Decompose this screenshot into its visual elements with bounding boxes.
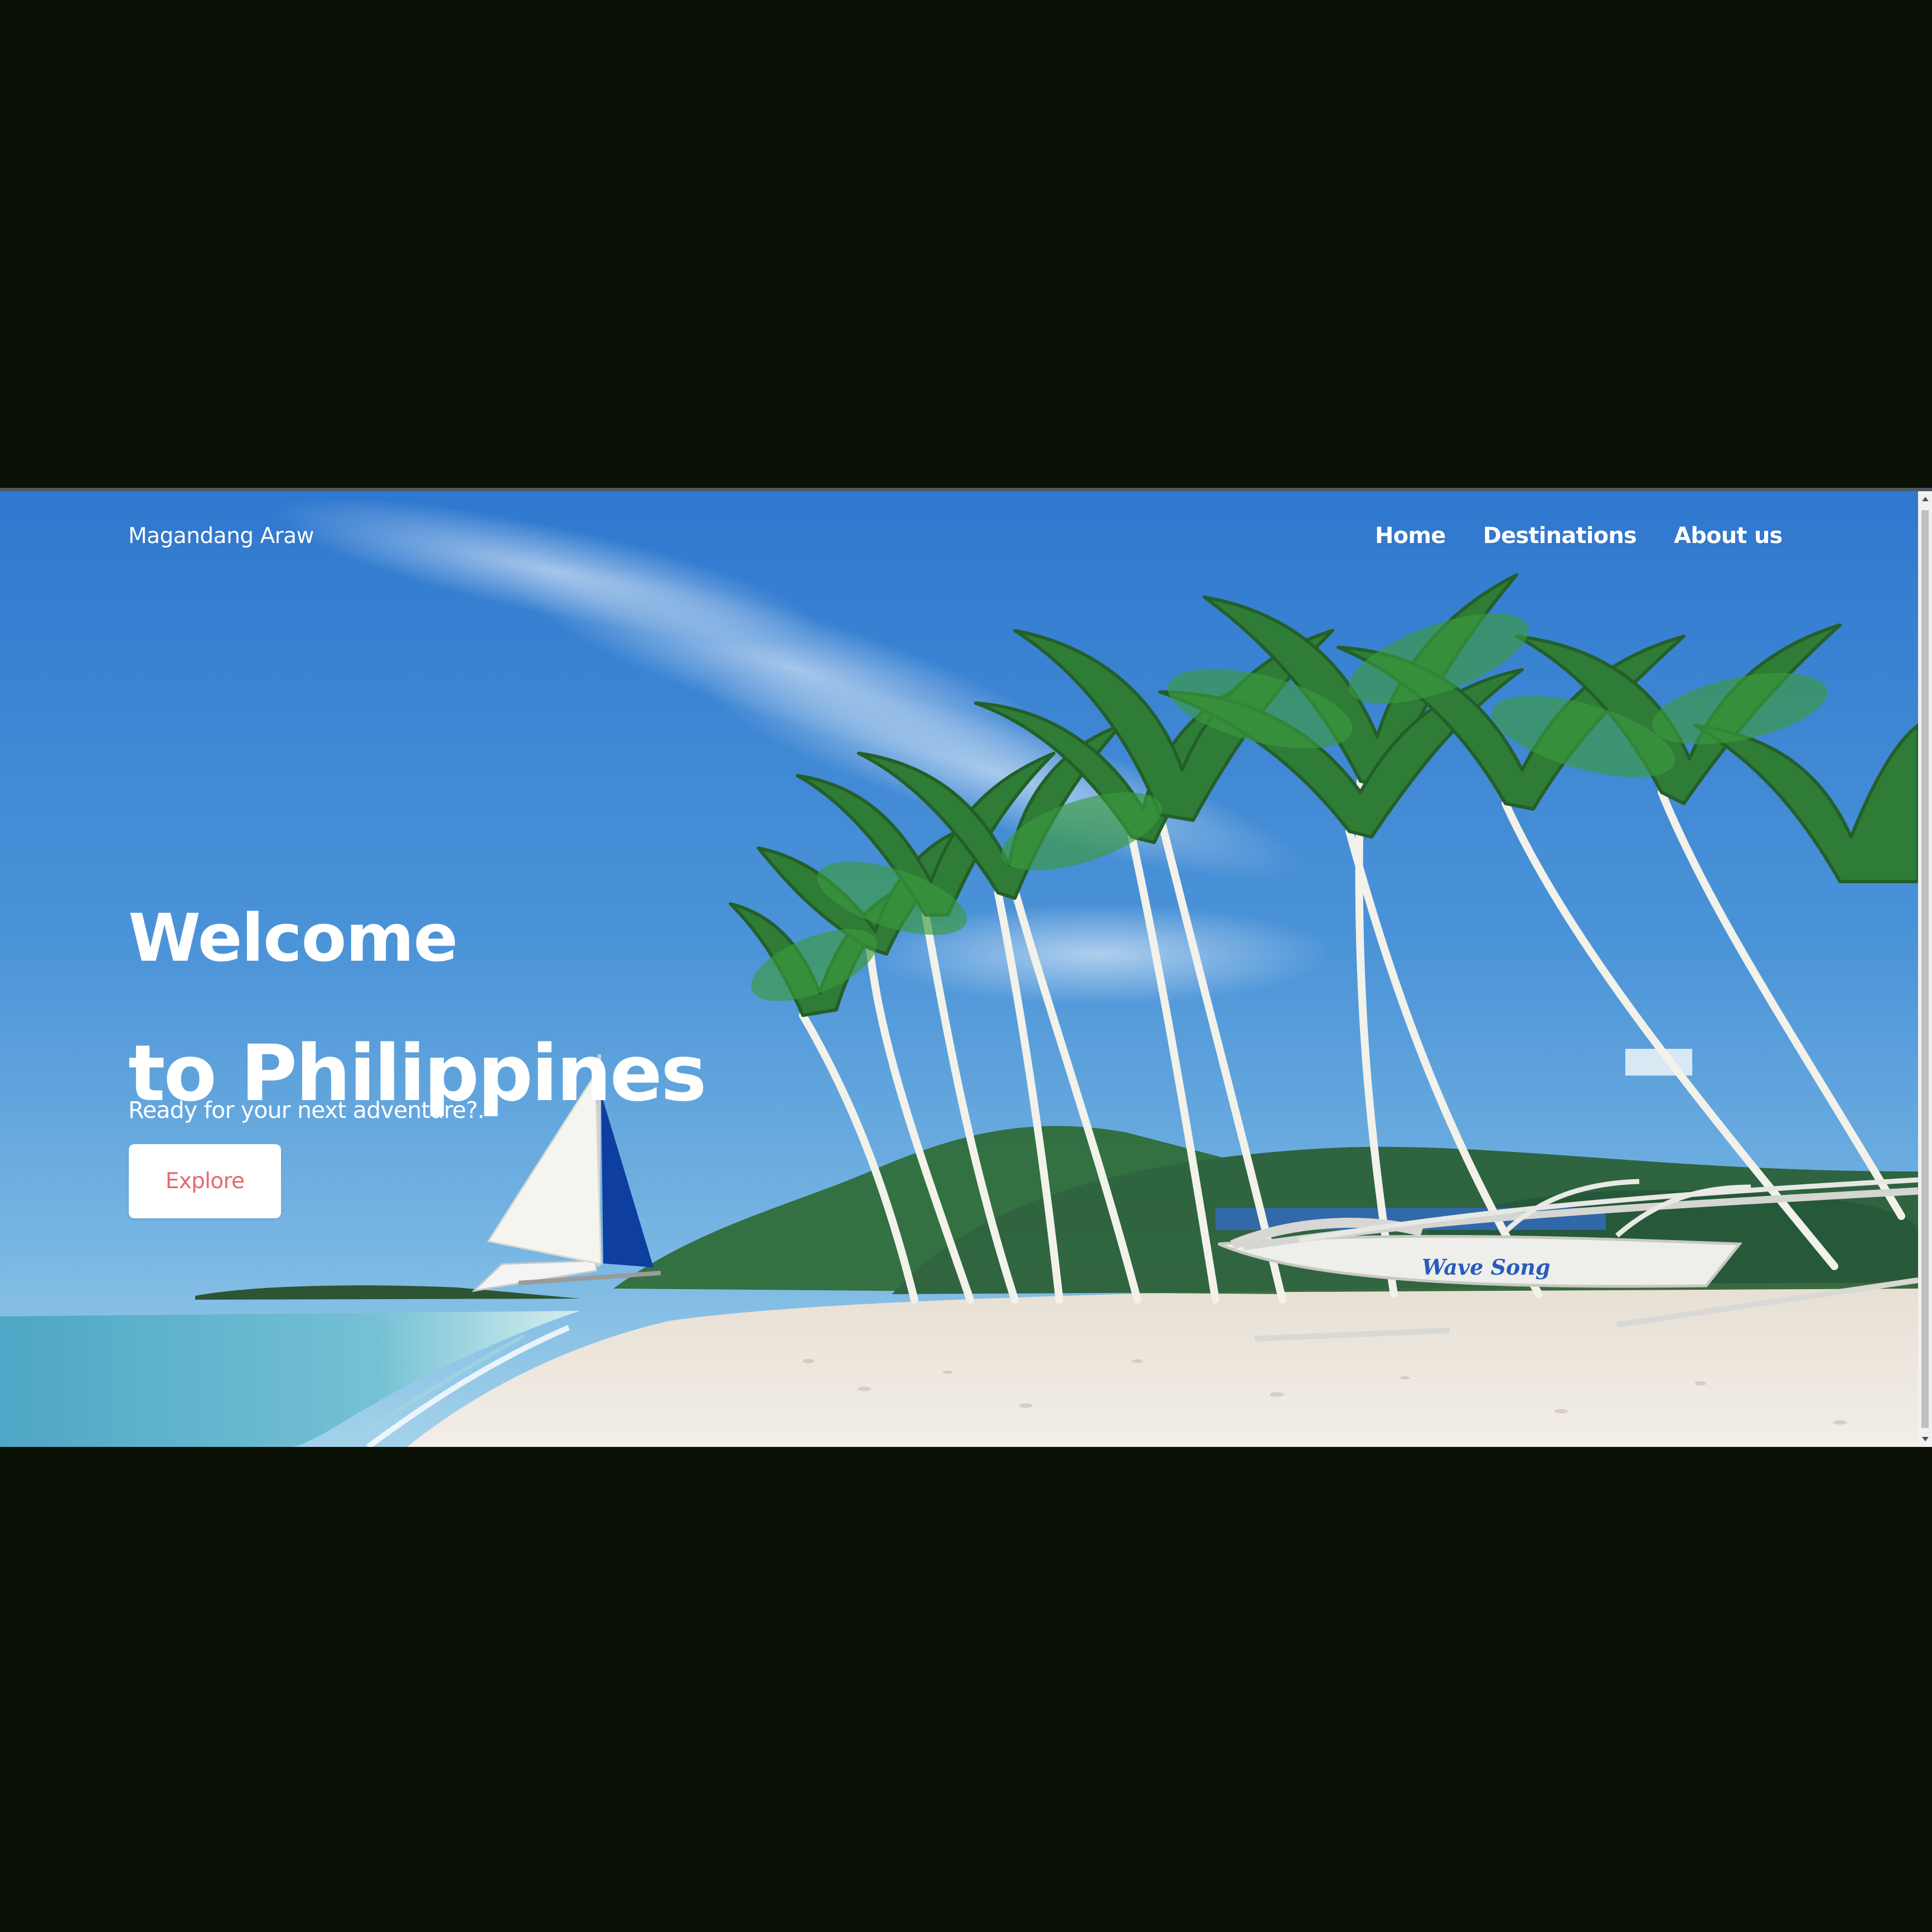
nav-destinations-link[interactable]: Destinations [1483,523,1637,549]
browser-top-edge [0,488,1932,491]
scroll-up-arrow-icon[interactable] [1922,497,1929,501]
vertical-scrollbar[interactable] [1918,491,1932,1447]
screen-background: Wave Song Magandang Araw Home Destinatio… [0,0,1932,1932]
nav-home-link[interactable]: Home [1375,523,1446,549]
nav-about-link[interactable]: About us [1674,523,1783,549]
site-logo[interactable]: Magandang Araw [128,524,314,549]
scrollbar-thumb[interactable] [1921,510,1929,1428]
scroll-down-arrow-icon[interactable] [1922,1437,1929,1441]
hero-section: Wave Song Magandang Araw Home Destinatio… [0,491,1918,1447]
boat-name-text: Wave Song [1422,1255,1550,1280]
explore-button[interactable]: Explore [129,1144,281,1218]
hero-title-line-1: Welcome [128,899,458,977]
hero-subtitle: Ready for your next adventure?. [128,1097,485,1124]
main-navigation: Home Destinations About us [1375,523,1783,549]
browser-viewport: Wave Song Magandang Araw Home Destinatio… [0,488,1932,1447]
